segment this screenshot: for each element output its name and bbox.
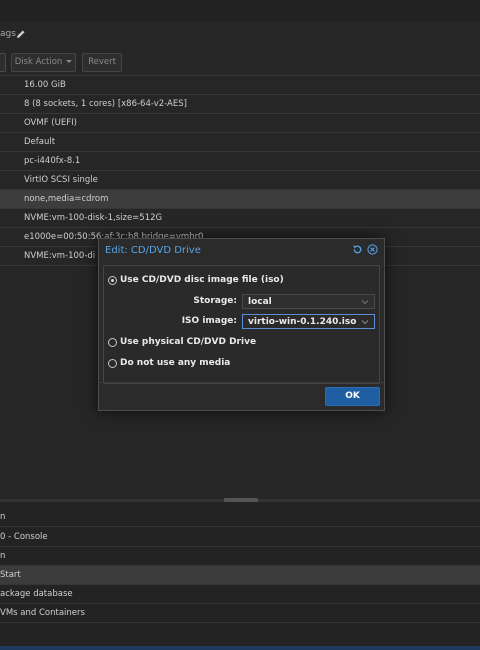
storage-value: local [248, 297, 272, 307]
hardware-row-processors[interactable]: 8 (8 sockets, 1 cores) [x86-64-v2-AES] [0, 95, 480, 114]
storage-label: Storage: [193, 296, 237, 306]
reset-icon[interactable] [352, 244, 363, 255]
edit-cdrom-dialog: Edit: CD/DVD Drive Use CD/DVD disc image… [98, 238, 385, 411]
task-log-header-label: n [0, 512, 6, 522]
task-row[interactable]: ackage database [0, 585, 480, 604]
no-media-radio[interactable] [108, 359, 117, 368]
pencil-icon[interactable] [16, 29, 26, 39]
chevron-down-icon [361, 320, 369, 325]
dialog-title-icons [352, 244, 378, 255]
revert-label: Revert [88, 57, 116, 67]
tags-row [0, 22, 480, 48]
storage-select[interactable]: local [242, 294, 375, 309]
disk-action-label: Disk Action [14, 57, 63, 67]
task-log-list: 0 - Console n Start ackage database VMs … [0, 528, 480, 623]
chevron-down-icon [66, 60, 73, 63]
task-row[interactable]: VMs and Containers [0, 604, 480, 623]
iso-option-label: Use CD/DVD disc image file (iso) [120, 275, 284, 285]
hardware-row-machine[interactable]: pc-i440fx-8.1 [0, 152, 480, 171]
hardware-row-scsi-controller[interactable]: VirtIO SCSI single [0, 171, 480, 190]
disk-action-button[interactable]: Disk Action [11, 53, 76, 72]
hardware-row-bios[interactable]: OVMF (UEFI) [0, 114, 480, 133]
task-row[interactable]: n [0, 547, 480, 566]
top-bar [0, 0, 480, 23]
dialog-title: Edit: CD/DVD Drive [105, 245, 201, 256]
hardware-row-memory[interactable]: 16.00 GiB [0, 76, 480, 95]
toolbar-button-partial[interactable] [0, 53, 6, 72]
hardware-row-disk[interactable]: NVME:vm-100-disk-1,size=512G [0, 209, 480, 228]
ok-button[interactable]: OK [325, 387, 380, 406]
chevron-down-icon [361, 300, 369, 305]
close-icon[interactable] [367, 244, 378, 255]
physical-drive-radio[interactable] [108, 338, 117, 347]
no-media-label: Do not use any media [120, 358, 231, 368]
dialog-footer-divider [99, 382, 384, 383]
hardware-row-cdrom[interactable]: none,media=cdrom [0, 190, 480, 209]
task-row[interactable]: 0 - Console [0, 528, 480, 547]
iso-radio[interactable] [108, 276, 117, 285]
iso-image-value: virtio-win-0.1.240.iso [248, 317, 357, 327]
iso-image-label: ISO image: [181, 316, 237, 326]
tags-label: ags [0, 29, 16, 39]
task-row[interactable]: Start [0, 566, 480, 585]
hardware-row-display[interactable]: Default [0, 133, 480, 152]
revert-button[interactable]: Revert [82, 53, 122, 72]
status-strip [0, 646, 480, 650]
dialog-body: Use CD/DVD disc image file (iso) Storage… [103, 265, 380, 384]
physical-drive-label: Use physical CD/DVD Drive [120, 337, 257, 347]
iso-image-select[interactable]: virtio-win-0.1.240.iso [242, 314, 375, 329]
task-log-header: n [0, 508, 480, 527]
